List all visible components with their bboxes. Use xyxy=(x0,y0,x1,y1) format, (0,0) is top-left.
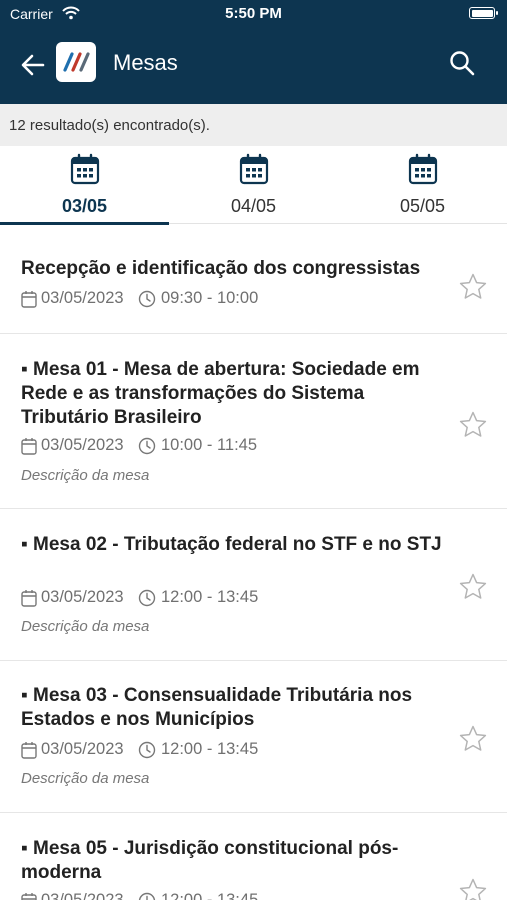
list-item[interactable]: ▪ Mesa 03 - Consensualidade Tributária n… xyxy=(0,661,507,813)
status-time: 5:50 PM xyxy=(225,5,282,22)
list-item[interactable]: ▪ Mesa 01 - Mesa de abertura: Sociedade … xyxy=(0,334,507,509)
status-bar: Carrier 5:50 PM xyxy=(0,0,507,28)
session-description: Descrição da mesa xyxy=(21,467,150,484)
date-tabs: 03/05 04/05 05/05 xyxy=(0,146,507,225)
tab-date-03-05[interactable]: 03/05 xyxy=(0,146,169,225)
arrow-left-icon[interactable] xyxy=(18,50,48,80)
calendar-outline-icon xyxy=(21,893,37,900)
clock-icon xyxy=(138,589,156,607)
top-bar: Carrier 5:50 PM Mesas xyxy=(0,0,507,104)
clock-icon xyxy=(138,290,156,308)
app-logo xyxy=(56,42,96,82)
session-date: 03/05/2023 xyxy=(41,289,124,307)
star-icon[interactable] xyxy=(458,272,488,302)
calendar-icon xyxy=(408,153,438,185)
session-title: ▪ Mesa 03 - Consensualidade Tributária n… xyxy=(21,685,413,730)
session-description: Descrição da mesa xyxy=(21,618,150,635)
clock-icon xyxy=(138,437,156,455)
session-title: Recepção e identificação dos congressist… xyxy=(21,258,421,279)
calendar-outline-icon xyxy=(21,291,37,308)
session-list: Recepção e identificação dos congressist… xyxy=(0,225,507,900)
session-date: 03/05/2023 xyxy=(41,436,124,454)
page-title: Mesas xyxy=(113,50,178,75)
clock-icon xyxy=(138,892,156,900)
calendar-outline-icon xyxy=(21,438,37,455)
session-date: 03/05/2023 xyxy=(41,588,124,606)
star-icon[interactable] xyxy=(458,877,488,900)
list-item[interactable]: ▪ Mesa 05 - Jurisdição constitucional pó… xyxy=(0,813,507,900)
list-item[interactable]: ▪ Mesa 02 - Tributação federal no STF e … xyxy=(0,509,507,661)
session-time: 09:30 - 10:00 xyxy=(161,289,259,307)
calendar-icon xyxy=(70,153,100,185)
star-icon[interactable] xyxy=(458,572,488,602)
results-bar: 12 resultado(s) encontrado(s). xyxy=(0,104,507,146)
battery-icon xyxy=(469,7,498,19)
session-date: 03/05/2023 xyxy=(41,891,124,900)
session-time: 12:00 - 13:45 xyxy=(161,891,259,900)
app-bar: Mesas xyxy=(0,28,507,104)
session-title: ▪ Mesa 05 - Jurisdição constitucional pó… xyxy=(21,838,399,883)
session-time: 12:00 - 13:45 xyxy=(161,588,259,606)
session-date: 03/05/2023 xyxy=(41,740,124,758)
star-icon[interactable] xyxy=(458,724,488,754)
logo-stripes-icon xyxy=(63,52,90,72)
session-title: ▪ Mesa 01 - Mesa de abertura: Sociedade … xyxy=(21,359,420,428)
results-count: 12 resultado(s) encontrado(s). xyxy=(9,117,210,134)
star-icon[interactable] xyxy=(458,410,488,440)
tab-label: 03/05 xyxy=(61,196,108,216)
search-icon[interactable] xyxy=(447,48,477,78)
session-title: ▪ Mesa 02 - Tributação federal no STF e … xyxy=(21,534,442,555)
calendar-outline-icon xyxy=(21,742,37,759)
tab-label: 04/05 xyxy=(230,196,277,216)
list-item[interactable]: Recepção e identificação dos congressist… xyxy=(0,225,507,334)
clock-icon xyxy=(138,741,156,759)
calendar-outline-icon xyxy=(21,590,37,607)
session-time: 10:00 - 11:45 xyxy=(161,436,258,454)
session-time: 12:00 - 13:45 xyxy=(161,740,259,758)
tab-label: 05/05 xyxy=(399,196,446,216)
calendar-icon xyxy=(239,153,269,185)
tab-date-04-05[interactable]: 04/05 xyxy=(169,146,338,224)
tab-date-05-05[interactable]: 05/05 xyxy=(338,146,507,224)
session-description: Descrição da mesa xyxy=(21,770,150,787)
